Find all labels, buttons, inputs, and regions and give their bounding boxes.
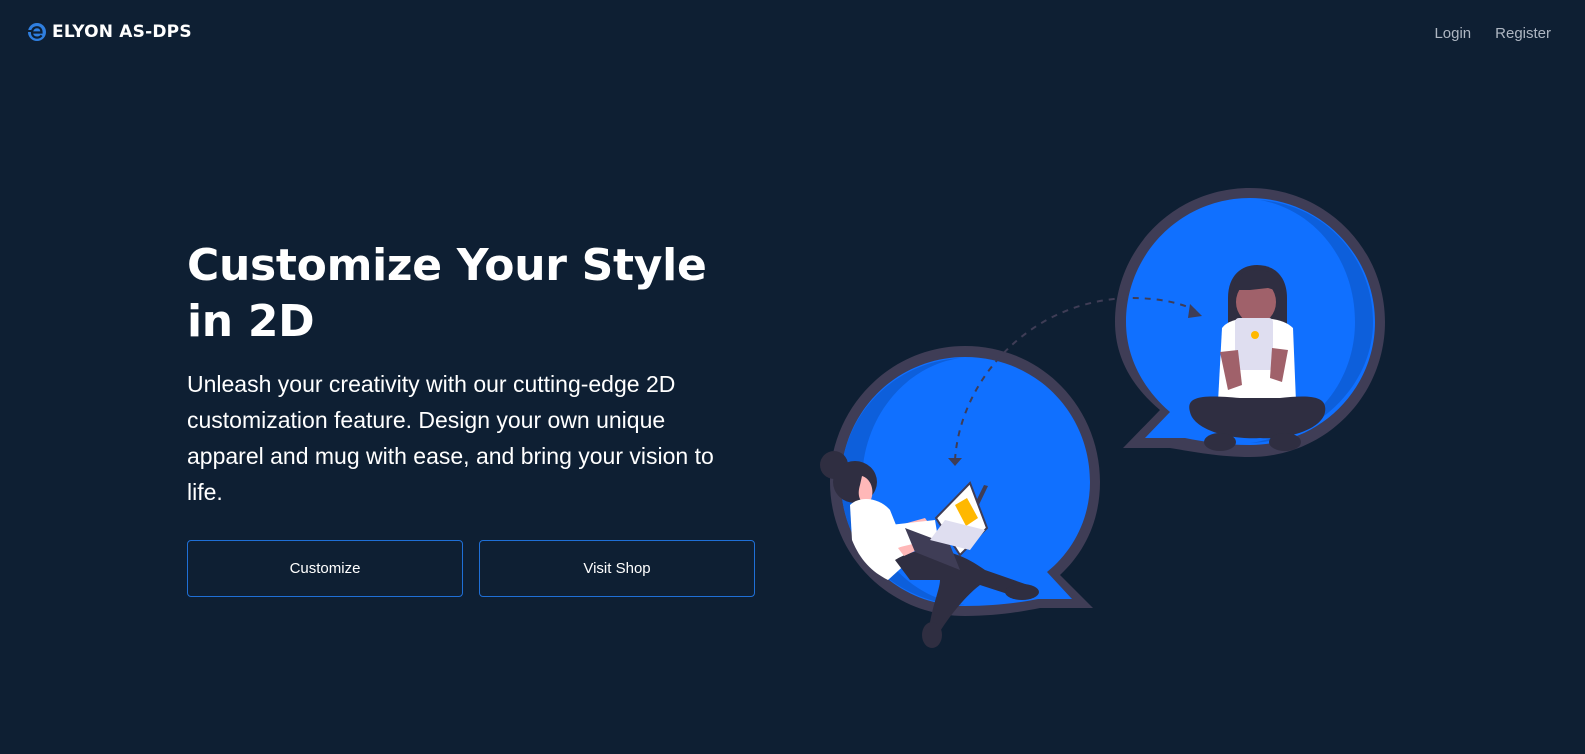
hero-description: Unleash your creativity with our cutting…	[187, 371, 714, 505]
hero-buttons: Customize Visit Shop	[187, 540, 755, 597]
visit-shop-button[interactable]: Visit Shop	[479, 540, 755, 597]
hero-section: Customize Your Style in 2D Unleash your …	[187, 238, 747, 510]
register-link[interactable]: Register	[1495, 25, 1551, 42]
e-logo-icon	[27, 23, 46, 41]
customize-button[interactable]: Customize	[187, 540, 463, 597]
nav-links: Login Register	[1434, 25, 1551, 42]
brand-name: ELYON AS-DPS	[52, 22, 192, 42]
navbar: ELYON AS-DPS Login Register	[0, 0, 1585, 70]
brand-logo-link[interactable]: ELYON AS-DPS	[27, 22, 192, 42]
landing-page: ELYON AS-DPS Login Register Customize Yo…	[0, 0, 1585, 754]
hero-title: Customize Your Style in 2D	[187, 240, 707, 347]
chat-bubbles-illustration	[820, 188, 1385, 648]
login-link[interactable]: Login	[1434, 25, 1471, 42]
